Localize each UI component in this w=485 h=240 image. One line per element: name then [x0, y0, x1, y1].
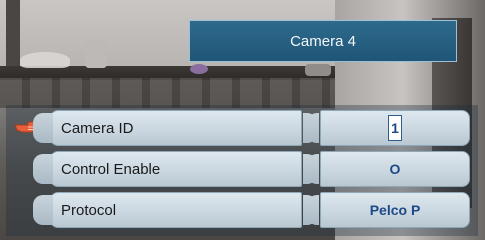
- protocol-value[interactable]: Pelco P: [307, 192, 470, 228]
- menu-item-label: Camera ID: [61, 119, 134, 137]
- menu-item-protocol[interactable]: Protocol: [33, 192, 317, 228]
- menu-item-control-enable[interactable]: Control Enable: [33, 151, 317, 187]
- menu-item-label: Control Enable: [61, 160, 161, 178]
- menu-item-camera-id[interactable]: Camera ID: [33, 110, 317, 146]
- menu-item-label: Protocol: [61, 201, 117, 219]
- camera-id-value-field[interactable]: 1: [307, 110, 470, 146]
- camera-title: Camera 4: [189, 20, 457, 62]
- control-enable-value[interactable]: O: [307, 151, 470, 187]
- camera-id-input[interactable]: 1: [388, 115, 402, 141]
